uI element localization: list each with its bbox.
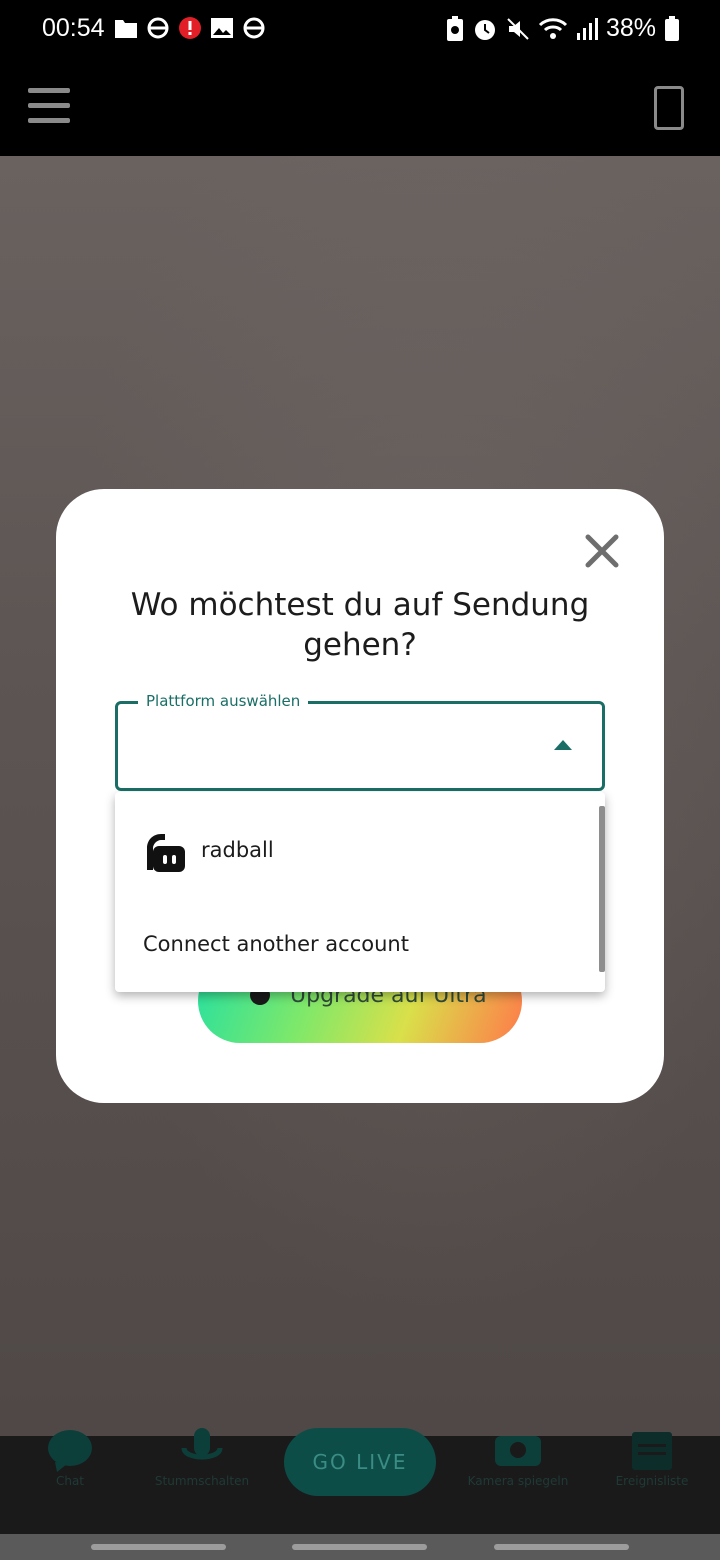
microphone-icon [181,1428,223,1460]
nav-events-label: Ereignisliste [615,1474,689,1488]
chevron-up-icon[interactable] [554,740,572,750]
image-icon [211,18,233,38]
dropdown-item-connect-account[interactable]: Connect another account [115,902,599,986]
platform-select[interactable]: Plattform auswählen [115,692,605,791]
sync-icon [147,17,169,39]
nav-mute[interactable]: Stummschalten [132,1428,272,1534]
battery-saver-icon [446,15,463,41]
hamburger-menu-icon[interactable] [28,88,70,124]
signal-icon [576,17,598,40]
mute-icon [507,17,529,40]
dialog-title: Wo möchtest du auf Sendung gehen? [130,587,590,663]
system-gesture-bar [0,1534,720,1560]
dropdown-item-label: Connect another account [143,932,409,956]
chat-icon [48,1430,92,1472]
alert-icon [179,17,201,39]
flip-camera-icon [495,1436,541,1466]
nav-flip-camera[interactable]: Kamera spiegeln [448,1436,588,1534]
notification-icons [114,16,266,40]
gesture-handle[interactable] [91,1544,226,1550]
wifi-icon [538,17,568,39]
close-icon[interactable] [582,531,622,571]
alarm-icon [474,19,495,40]
streamlabs-icon [147,834,185,872]
nav-events[interactable]: Ereignisliste [582,1432,720,1534]
platform-dropdown: radball Connect another account [115,792,605,992]
status-bar: 00:54 38% [0,0,720,58]
event-list-icon [632,1432,672,1470]
platform-select-label: Plattform auswählen [138,692,309,710]
nav-flip-camera-label: Kamera spiegeln [467,1474,569,1488]
nav-mute-label: Stummschalten [154,1474,250,1488]
gesture-handle[interactable] [292,1544,427,1550]
go-live-button[interactable]: GO LIVE [284,1428,436,1496]
nav-chat[interactable]: Chat [0,1430,140,1534]
dropdown-scrollbar[interactable] [599,806,605,972]
dropdown-item-radball[interactable]: radball [115,808,599,892]
system-icons: 38% [446,14,680,43]
battery-icon [665,15,679,41]
app-top-bar [0,58,720,156]
status-time: 00:54 [42,14,105,42]
folder-icon [115,20,137,38]
dropdown-item-label: radball [201,838,274,862]
device-orientation-icon[interactable] [654,86,684,130]
nav-chat-label: Chat [55,1474,85,1488]
battery-percentage: 38% [605,14,656,42]
sync-icon [243,17,265,39]
gesture-handle[interactable] [494,1544,629,1550]
